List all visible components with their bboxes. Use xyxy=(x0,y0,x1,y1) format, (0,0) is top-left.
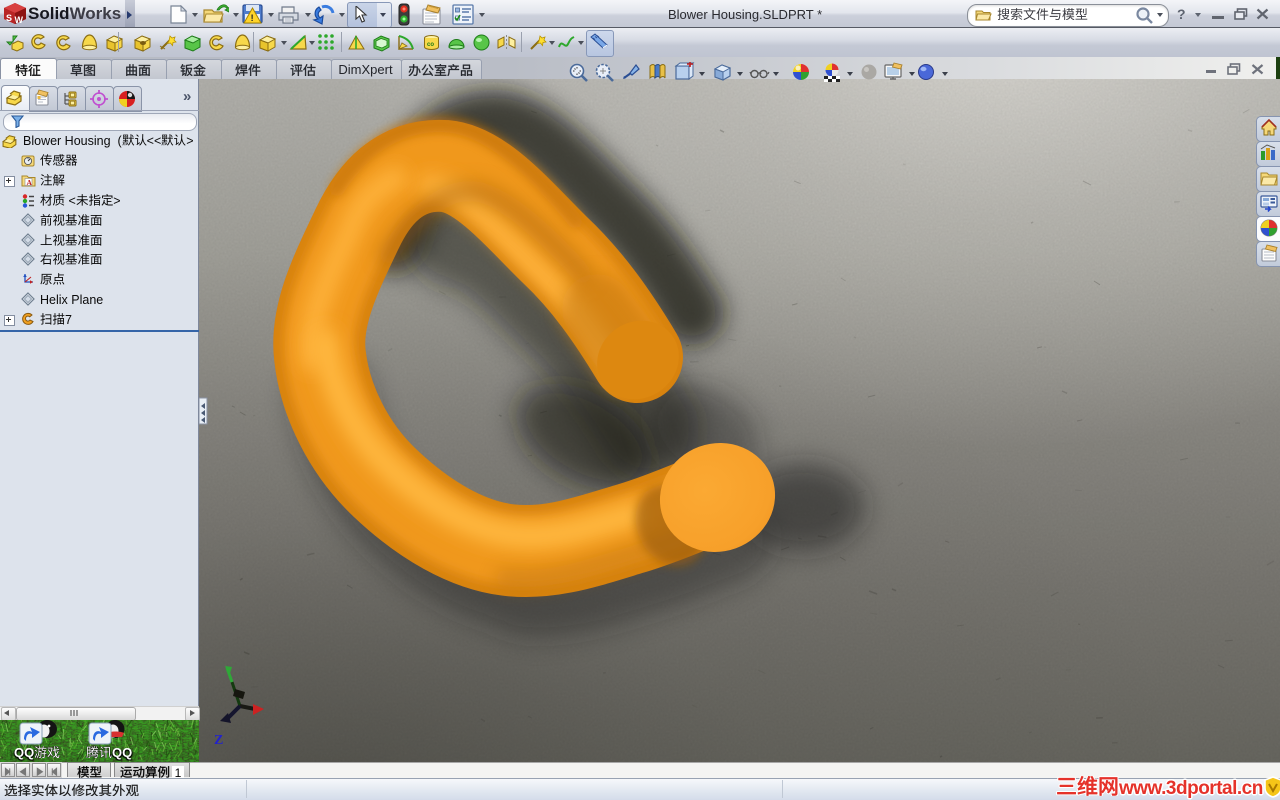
svg-text:A: A xyxy=(27,178,33,187)
svg-text:W: W xyxy=(15,15,24,25)
svg-text:!: ! xyxy=(251,13,254,23)
svg-text:S: S xyxy=(6,13,12,23)
svg-text:Z: Z xyxy=(214,733,223,748)
svg-text:co: co xyxy=(427,42,434,48)
